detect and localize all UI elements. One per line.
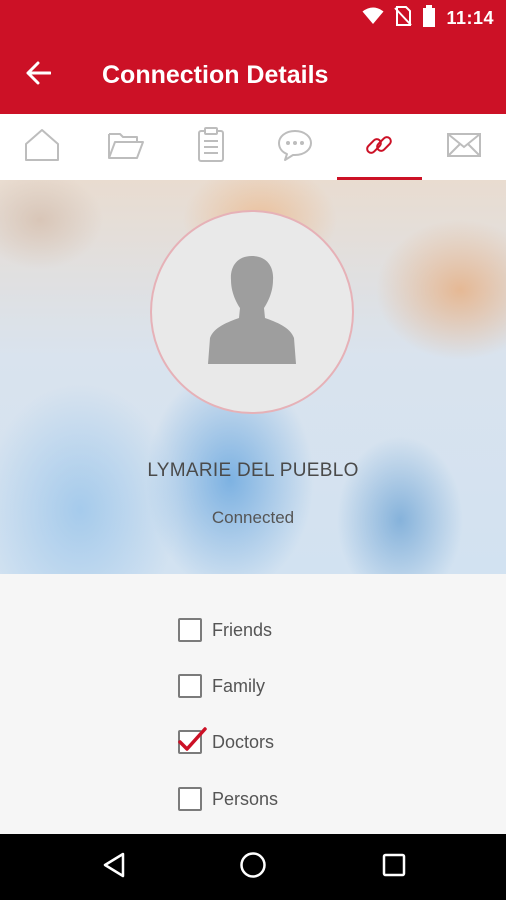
- folder-icon: [107, 130, 145, 165]
- status-time: 11:14: [446, 7, 494, 28]
- tab-link[interactable]: [337, 114, 422, 180]
- arrow-left-icon: [25, 61, 52, 90]
- back-triangle-icon: [102, 852, 126, 883]
- group-list: Friends Family Doctors Persons: [0, 574, 506, 834]
- tab-bar: [0, 114, 506, 180]
- checkbox-checked[interactable]: [178, 727, 207, 754]
- tab-mail[interactable]: [422, 114, 506, 180]
- wifi-icon: [362, 7, 384, 30]
- person-name: LYMARIE DEL PUEBLO: [147, 460, 359, 481]
- tab-home[interactable]: [0, 114, 84, 180]
- back-button[interactable]: [18, 58, 58, 92]
- checkmark-icon: [178, 727, 207, 751]
- group-persons[interactable]: Persons: [178, 782, 278, 816]
- tab-clipboard[interactable]: [169, 114, 253, 180]
- profile-header: LYMARIE DEL PUEBLO Connected: [0, 180, 506, 574]
- status-icons: 11:14: [362, 4, 494, 32]
- nav-back-button[interactable]: [84, 847, 144, 887]
- connection-status: Connected: [211, 508, 295, 527]
- page-title: Connection Details: [102, 61, 329, 89]
- group-label: Friends: [212, 619, 273, 640]
- user-silhouette-icon: [206, 252, 298, 373]
- nav-recents-button[interactable]: [364, 847, 424, 887]
- battery-icon: [422, 4, 436, 32]
- group-friends[interactable]: Friends: [178, 613, 272, 647]
- link-icon: [364, 130, 394, 165]
- avatar[interactable]: [150, 210, 354, 414]
- recents-square-icon: [382, 853, 406, 882]
- app-bar: Connection Details: [0, 36, 506, 114]
- home-icon: [24, 128, 60, 167]
- checkbox[interactable]: [178, 618, 202, 642]
- clipboard-icon: [197, 126, 225, 168]
- nav-home-button[interactable]: [223, 847, 283, 887]
- status-bar: 11:14: [0, 0, 506, 36]
- system-nav-bar: [0, 834, 506, 900]
- chat-icon: [277, 128, 313, 167]
- home-circle-icon: [239, 851, 267, 884]
- mail-icon: [446, 132, 481, 162]
- checkbox[interactable]: [178, 674, 202, 698]
- group-label: Family: [212, 675, 265, 696]
- checkbox[interactable]: [178, 787, 202, 811]
- group-label: Doctors: [212, 731, 275, 752]
- no-sim-icon: [394, 5, 413, 31]
- group-family[interactable]: Family: [178, 669, 265, 703]
- group-doctors[interactable]: Doctors: [178, 725, 274, 759]
- tab-chat[interactable]: [253, 114, 337, 180]
- tab-folder[interactable]: [84, 114, 168, 180]
- group-label: Persons: [212, 788, 279, 809]
